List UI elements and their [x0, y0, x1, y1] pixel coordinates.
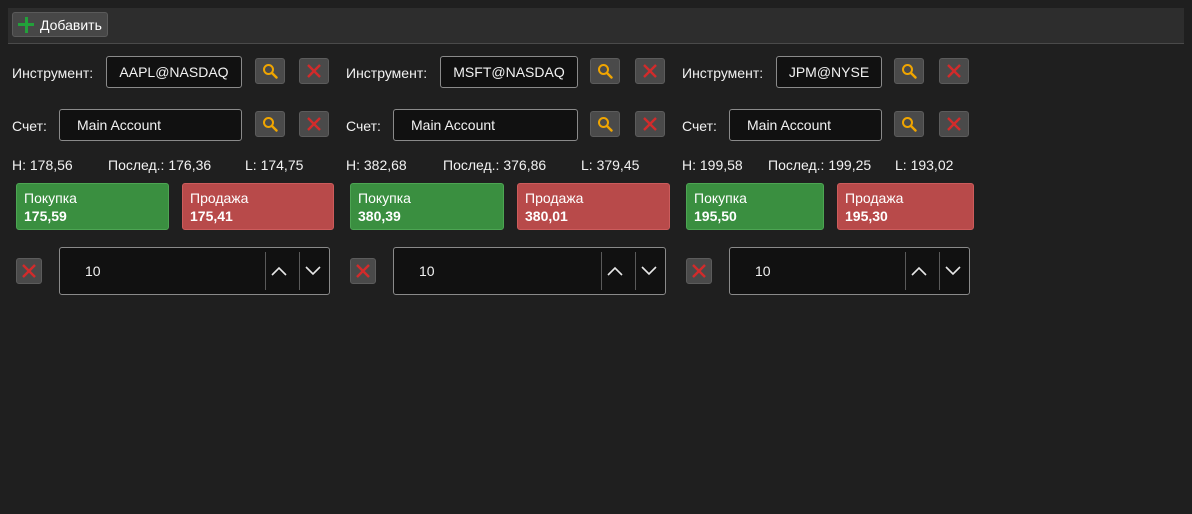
sell-price: 195,30 [845, 208, 888, 224]
remove-panel-button[interactable] [16, 258, 42, 284]
remove-panel-button[interactable] [350, 258, 376, 284]
chevron-up-icon [271, 266, 287, 276]
instrument-field[interactable]: AAPL@NASDAQ [106, 56, 242, 88]
account-field[interactable]: Main Account [59, 109, 242, 141]
instrument-field[interactable]: JPM@NYSE [776, 56, 882, 88]
sell-button[interactable]: Продажа 175,41 [182, 183, 334, 230]
close-icon [947, 64, 961, 78]
quantity-value[interactable]: 10 [85, 263, 101, 279]
last-price: Послед.: 199,25 [768, 157, 872, 173]
search-icon [263, 64, 278, 79]
close-icon [356, 264, 370, 278]
account-search-button[interactable] [255, 111, 285, 137]
trade-panel-aapl: Инструмент: AAPL@NASDAQ Счет: Main Accou… [0, 0, 340, 514]
quantity-value[interactable]: 10 [755, 263, 771, 279]
high-price: H: 382,68 [346, 157, 407, 173]
quantity-stepper[interactable]: 10 [59, 247, 330, 295]
last-price: Послед.: 176,36 [108, 157, 212, 173]
instrument-search-button[interactable] [255, 58, 285, 84]
buy-price: 175,59 [24, 208, 67, 224]
chevron-down-icon [945, 266, 961, 276]
buy-button[interactable]: Покупка 380,39 [350, 183, 504, 230]
instrument-search-button[interactable] [894, 58, 924, 84]
quantity-stepper[interactable]: 10 [729, 247, 970, 295]
remove-panel-button[interactable] [686, 258, 712, 284]
increment-button[interactable] [602, 252, 628, 290]
quantity-stepper[interactable]: 10 [393, 247, 666, 295]
sell-button[interactable]: Продажа 380,01 [517, 183, 670, 230]
decrement-button[interactable] [940, 252, 966, 290]
close-icon [643, 117, 657, 131]
instrument-label: Инструмент: [12, 65, 94, 81]
instrument-search-button[interactable] [590, 58, 620, 84]
chevron-up-icon [607, 266, 623, 276]
low-price: L: 193,02 [895, 157, 954, 173]
low-price: L: 379,45 [581, 157, 640, 173]
search-icon [598, 64, 613, 79]
account-field[interactable]: Main Account [729, 109, 882, 141]
chevron-down-icon [305, 266, 321, 276]
decrement-button[interactable] [636, 252, 662, 290]
increment-button[interactable] [266, 252, 292, 290]
instrument-clear-button[interactable] [939, 58, 969, 84]
chevron-down-icon [641, 266, 657, 276]
close-icon [307, 117, 321, 131]
decrement-button[interactable] [300, 252, 326, 290]
search-icon [902, 117, 917, 132]
increment-button[interactable] [906, 252, 932, 290]
sell-label: Продажа [190, 190, 249, 206]
instrument-label: Инструмент: [682, 65, 764, 81]
high-price: H: 199,58 [682, 157, 743, 173]
instrument-label: Инструмент: [346, 65, 428, 81]
sell-button[interactable]: Продажа 195,30 [837, 183, 974, 230]
sell-label: Продажа [845, 190, 904, 206]
account-clear-button[interactable] [299, 111, 329, 137]
close-icon [307, 64, 321, 78]
account-clear-button[interactable] [635, 111, 665, 137]
buy-label: Покупка [24, 190, 77, 206]
instrument-clear-button[interactable] [299, 58, 329, 84]
buy-button[interactable]: Покупка 175,59 [16, 183, 169, 230]
sell-label: Продажа [525, 190, 584, 206]
search-icon [902, 64, 917, 79]
high-price: H: 178,56 [12, 157, 73, 173]
trade-panel-msft: Инструмент: MSFT@NASDAQ Счет: Main Accou… [334, 0, 674, 514]
buy-price: 380,39 [358, 208, 401, 224]
account-search-button[interactable] [590, 111, 620, 137]
close-icon [22, 264, 36, 278]
buy-label: Покупка [694, 190, 747, 206]
account-label: Счет: [12, 118, 47, 134]
trade-panel-jpm: Инструмент: JPM@NYSE Счет: Main Account … [670, 0, 980, 514]
buy-price: 195,50 [694, 208, 737, 224]
close-icon [692, 264, 706, 278]
account-field[interactable]: Main Account [393, 109, 578, 141]
sell-price: 380,01 [525, 208, 568, 224]
last-price: Послед.: 376,86 [443, 157, 547, 173]
buy-label: Покупка [358, 190, 411, 206]
search-icon [263, 117, 278, 132]
instrument-field[interactable]: MSFT@NASDAQ [440, 56, 578, 88]
search-icon [598, 117, 613, 132]
account-search-button[interactable] [894, 111, 924, 137]
sell-price: 175,41 [190, 208, 233, 224]
close-icon [947, 117, 961, 131]
low-price: L: 174,75 [245, 157, 304, 173]
close-icon [643, 64, 657, 78]
account-clear-button[interactable] [939, 111, 969, 137]
buy-button[interactable]: Покупка 195,50 [686, 183, 824, 230]
instrument-clear-button[interactable] [635, 58, 665, 84]
account-label: Счет: [346, 118, 381, 134]
chevron-up-icon [911, 266, 927, 276]
quantity-value[interactable]: 10 [419, 263, 435, 279]
account-label: Счет: [682, 118, 717, 134]
